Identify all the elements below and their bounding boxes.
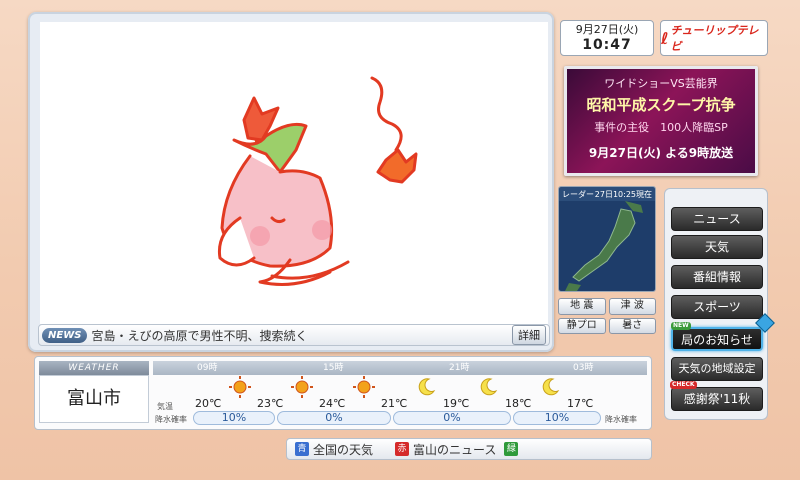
bottom-nav: 青 全国の天気 赤 富山のニュース 緑 bbox=[286, 438, 652, 460]
station-logo: ℓ チューリップテレビ bbox=[660, 20, 768, 56]
temp-value: 18℃ bbox=[505, 397, 532, 410]
promo-line-2: 昭和平成スクープ抗争 bbox=[586, 96, 736, 114]
nav-national-weather[interactable]: 全国の天気 bbox=[313, 441, 373, 458]
time-label: 21時 bbox=[449, 363, 470, 373]
nav-toyama-news[interactable]: 富山のニュース bbox=[413, 441, 496, 458]
weather-city: 富山市 bbox=[39, 375, 149, 423]
moon-icon bbox=[418, 378, 436, 396]
weather-panel[interactable]: WEATHER 富山市 09時 15時 21時 03時 気温 降水確率 降水確率… bbox=[34, 356, 652, 430]
menu-weather[interactable]: 天気 bbox=[671, 235, 763, 259]
promo-line-3: 事件の主役 100人降臨SP bbox=[594, 121, 728, 134]
promo-line-1: ワイドショーVS芸能界 bbox=[604, 77, 718, 90]
video-area bbox=[40, 22, 548, 324]
radar-title: レーダー bbox=[562, 189, 594, 199]
menu-sports[interactable]: スポーツ bbox=[671, 295, 763, 319]
clock: 9月27日(火) 10:47 bbox=[560, 20, 654, 56]
temp-label: 気温 bbox=[157, 402, 173, 411]
new-badge: NEW bbox=[671, 322, 691, 330]
pop-value: 10% bbox=[193, 411, 275, 425]
menu-news[interactable]: ニュース bbox=[671, 207, 763, 231]
radar-header: レーダー 27日10:25現在 bbox=[559, 187, 655, 201]
temp-value: 17℃ bbox=[567, 397, 594, 410]
program-button[interactable]: 静プロ bbox=[558, 317, 606, 334]
red-key-icon: 赤 bbox=[395, 442, 410, 456]
check-badge: CHECK bbox=[670, 381, 697, 389]
news-tag: NEWS bbox=[42, 327, 88, 343]
clock-date: 9月27日(火) bbox=[575, 23, 639, 36]
moon-icon bbox=[480, 378, 498, 396]
news-detail-button[interactable]: 詳細 bbox=[512, 325, 546, 345]
pop-value: 0% bbox=[393, 411, 511, 425]
pop-label-right: 降水確率 bbox=[605, 415, 637, 424]
menu-thanks-festival-label: 感謝祭'11秋 bbox=[683, 392, 751, 406]
menu-station-notice[interactable]: NEW 局のお知らせ bbox=[671, 322, 763, 351]
sun-icon bbox=[229, 376, 251, 398]
news-ticker[interactable]: NEWS 宮島・えびの高原で男性不明、捜索続く 詳細 bbox=[38, 324, 550, 346]
weather-forecast: 09時 15時 21時 03時 気温 降水確率 降水確率 20℃ 23℃ 24℃… bbox=[153, 361, 647, 425]
time-label: 15時 bbox=[323, 363, 344, 373]
temp-value: 20℃ bbox=[195, 397, 222, 410]
sun-icon bbox=[353, 376, 375, 398]
pop-value: 10% bbox=[513, 411, 601, 425]
moon-icon bbox=[542, 378, 560, 396]
pop-value: 0% bbox=[277, 411, 391, 425]
promo-line-4: 9月27日(火) よる9時放送 bbox=[588, 146, 734, 160]
temp-value: 23℃ bbox=[257, 397, 284, 410]
temp-value: 19℃ bbox=[443, 397, 470, 410]
temp-value: 21℃ bbox=[381, 397, 408, 410]
station-logo-text: チューリップテレビ bbox=[670, 24, 759, 53]
menu-program-info[interactable]: 番組情報 bbox=[671, 265, 763, 289]
earthquake-button[interactable]: 地 震 bbox=[558, 298, 606, 315]
time-label: 03時 bbox=[573, 363, 594, 373]
menu-thanks-festival[interactable]: CHECK 感謝祭'11秋 bbox=[670, 381, 763, 411]
weather-header: WEATHER bbox=[39, 361, 149, 375]
clock-time: 10:47 bbox=[582, 37, 632, 53]
pop-label-left: 降水確率 bbox=[155, 415, 187, 424]
promo-banner[interactable]: ワイドショーVS芸能界 昭和平成スクープ抗争 事件の主役 100人降臨SP 9月… bbox=[564, 66, 758, 176]
blue-key-icon: 青 bbox=[295, 442, 309, 456]
weather-times-bar: 09時 15時 21時 03時 bbox=[153, 361, 647, 375]
tsunami-button[interactable]: 津 波 bbox=[608, 298, 656, 315]
data-menu: ニュース 天気 番組情報 スポーツ NEW 局のお知らせ 天気の地域設定 CHE… bbox=[664, 188, 768, 420]
time-label: 09時 bbox=[197, 363, 218, 373]
temp-value: 24℃ bbox=[319, 397, 346, 410]
menu-weather-region[interactable]: 天気の地域設定 bbox=[671, 357, 763, 381]
radar-map bbox=[559, 201, 655, 291]
radar-timestamp: 27日10:25現在 bbox=[594, 189, 652, 199]
alert-buttons: 地 震 津 波 静プロ 暑さ bbox=[558, 298, 656, 334]
green-key-icon: 緑 bbox=[504, 442, 519, 456]
heat-button[interactable]: 暑さ bbox=[608, 317, 656, 334]
mascot-illustration bbox=[217, 76, 418, 286]
radar-panel[interactable]: レーダー 27日10:25現在 bbox=[558, 186, 656, 292]
news-headline: 宮島・えびの高原で男性不明、捜索続く bbox=[91, 328, 308, 343]
sun-icon bbox=[291, 376, 313, 398]
tulip-logo-icon: ℓ bbox=[661, 28, 669, 48]
menu-station-notice-label: 局のお知らせ bbox=[681, 333, 753, 347]
